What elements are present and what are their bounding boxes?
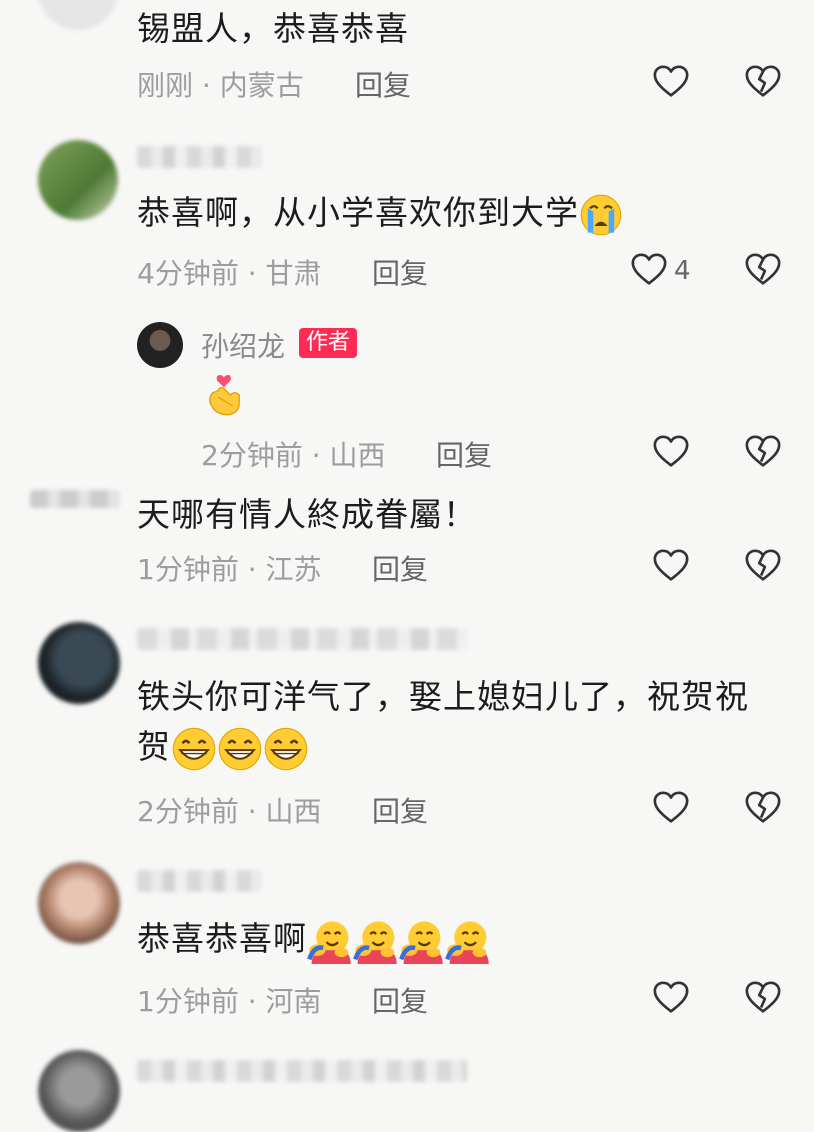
author-badge: 作者 [299,328,358,358]
username-blurred[interactable] [137,1060,467,1082]
reply-button[interactable]: 回复 [372,252,428,292]
separator: · [247,257,257,290]
hugging-face-icon [307,918,353,964]
broken-heart-icon[interactable] [744,433,782,471]
separator: · [247,553,257,586]
comment-meta: 2分钟前 · 山西 [137,790,322,830]
avatar[interactable] [38,862,120,944]
comment-text-content: 恭喜啊，从小学喜欢你到大学 [137,193,579,232]
broken-heart-icon[interactable] [744,63,782,101]
comment-text-line: 贺 [137,724,777,772]
comment-location: 甘肃 [265,257,322,290]
avatar[interactable] [38,622,120,704]
comment-meta: 1分钟前 · 河南 [137,980,322,1020]
loudly-crying-face-icon [579,193,623,237]
comment-text-line: 铁头你可洋气了，娶上媳妇儿了，祝贺祝 [137,677,749,716]
comment-text: 恭喜恭喜啊 [137,916,491,964]
reply-button[interactable]: 回复 [372,548,428,588]
heart-outline-icon[interactable] [652,63,690,101]
comment-location: 山西 [329,439,386,472]
author-avatar[interactable] [137,322,183,368]
grinning-face-icon [263,726,309,772]
comment-location: 江苏 [265,553,322,586]
comment-text: 天哪有情人終成眷屬！ [137,495,477,534]
hand-heart-icon [204,372,248,418]
heart-outline-icon[interactable] [652,547,690,585]
heart-outline-icon[interactable] [652,979,690,1017]
heart-outline-icon[interactable] [630,251,668,289]
reply-button[interactable]: 回复 [372,980,428,1020]
comment-location: 河南 [265,985,322,1018]
comment-meta: 4分钟前 · 甘肃 [137,252,322,292]
hugging-face-icon [445,918,491,964]
author-name[interactable]: 孙绍龙 [201,325,285,365]
avatar[interactable] [38,140,118,220]
reply-button[interactable]: 回复 [372,790,428,830]
comment-meta: 2分钟前 · 山西 [201,434,386,474]
username-blurred[interactable] [137,870,262,892]
username-blurred[interactable] [137,146,262,168]
hugging-face-icon [353,918,399,964]
broken-heart-icon[interactable] [744,979,782,1017]
reply-button[interactable]: 回复 [355,64,411,104]
username-blurred[interactable] [137,628,467,650]
comment-time: 1分钟前 [137,985,239,1018]
avatar[interactable] [38,1050,120,1132]
separator: · [201,69,211,102]
like-count: 4 [674,256,691,286]
grinning-face-icon [171,726,217,772]
comment-location: 内蒙古 [219,69,304,102]
separator: · [247,795,257,828]
comment-text: 恭喜啊，从小学喜欢你到大学 [137,190,623,237]
hugging-face-icon [399,918,445,964]
comment-time: 刚刚 [137,69,194,102]
comment-meta: 1分钟前 · 江苏 [137,548,322,588]
broken-heart-icon[interactable] [744,547,782,585]
comment-text-tail: 贺 [137,727,171,766]
reply-button[interactable]: 回复 [436,434,492,474]
comment-text: 铁头你可洋气了，娶上媳妇儿了，祝贺祝 贺 [137,674,777,772]
avatar[interactable] [38,0,118,30]
heart-outline-icon[interactable] [652,433,690,471]
broken-heart-icon[interactable] [744,251,782,289]
comment-text: 锡盟人，恭喜恭喜 [137,9,409,48]
comment-text-content: 恭喜恭喜啊 [137,919,307,958]
heart-outline-icon[interactable] [652,789,690,827]
separator: · [311,439,321,472]
username-blurred[interactable] [30,490,120,508]
broken-heart-icon[interactable] [744,789,782,827]
comment-time: 1分钟前 [137,553,239,586]
comment-meta: 刚刚 · 内蒙古 [137,64,304,104]
comment-time: 4分钟前 [137,257,239,290]
comment-time: 2分钟前 [137,795,239,828]
grinning-face-icon [217,726,263,772]
comment-time: 2分钟前 [201,439,303,472]
separator: · [247,985,257,1018]
comment-location: 山西 [265,795,322,828]
